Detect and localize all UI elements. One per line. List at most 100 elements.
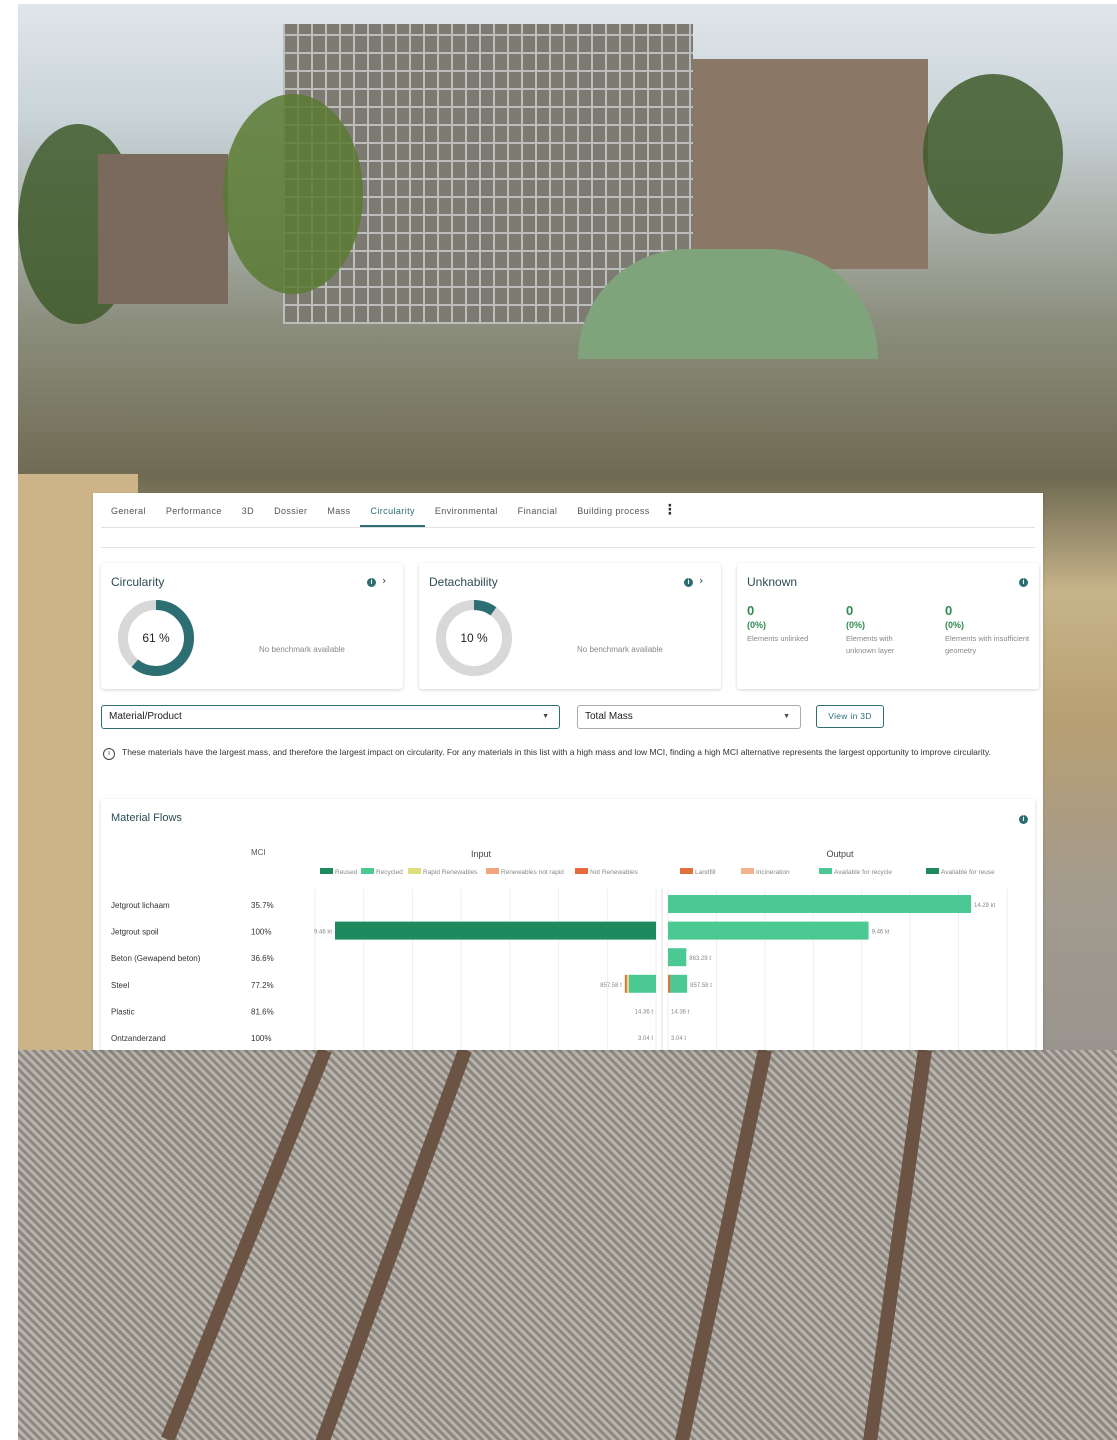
row-mci: 35.7%	[251, 901, 274, 910]
material-flows-chart: MCI Input Output Reused Recycled Rapid Renewa…	[111, 848, 1008, 1050]
legend-swatch	[575, 868, 588, 874]
info-icon[interactable]: i	[367, 578, 376, 587]
input-value-label: 9.46 kt	[314, 930, 332, 936]
output-bar	[668, 974, 670, 993]
legend-swatch	[680, 868, 693, 874]
output-value-label: 14.29 kt	[974, 903, 996, 909]
measure-select[interactable]: Total Mass ▼	[577, 705, 801, 729]
chevron-right-icon[interactable]: ›	[382, 574, 386, 587]
more-menu-icon[interactable]: ⋮	[660, 493, 680, 527]
legend-swatch	[361, 868, 374, 874]
divider	[101, 547, 1035, 548]
detachability-title: Detachability	[429, 575, 498, 589]
label: Elements with insufficient geometry	[945, 634, 1030, 655]
tab-dossier[interactable]: Dossier	[264, 493, 317, 527]
output-value-label: 863.29 t	[689, 956, 711, 962]
circularity-value: 61 %	[142, 631, 170, 645]
row-name: Plastic	[111, 1007, 135, 1016]
info-icon[interactable]: i	[1019, 578, 1028, 587]
mci-header: MCI	[251, 848, 266, 857]
input-bar	[628, 974, 656, 993]
legend-label: Recycled	[376, 869, 403, 876]
info-outline-icon: i	[103, 748, 115, 760]
count: 0	[846, 603, 854, 618]
detachability-card: Detachability i › 10 % No benchmark avai…	[419, 563, 721, 689]
output-value-label: 9.46 kt	[872, 930, 890, 936]
legend-label: Reused	[335, 869, 358, 876]
detachability-value: 10 %	[460, 631, 488, 645]
unknown-unlinked: 0 (0%) Elements unlinked	[747, 603, 842, 645]
caret-down-icon: ▼	[542, 713, 549, 720]
material-flows-card: Material Flows i MCI Input Output Reused Rec…	[101, 799, 1035, 1050]
input-bar	[335, 921, 656, 940]
unknown-layer: 0 (0%) Elements with unknown layer	[846, 603, 921, 657]
group-by-value: Material/Product	[109, 711, 182, 722]
count: 0	[945, 603, 953, 618]
measure-value: Total Mass	[585, 711, 633, 722]
input-value-label: 3.04 t	[638, 1036, 653, 1042]
tab-performance[interactable]: Performance	[156, 493, 232, 527]
group-by-select[interactable]: Material/Product ▼	[101, 705, 560, 729]
label: Elements with unknown layer	[846, 634, 895, 655]
output-bar	[670, 974, 688, 993]
row-name: Jetgrout lichaam	[111, 901, 170, 910]
count: 0	[747, 603, 755, 618]
row-mci: 36.6%	[251, 954, 274, 963]
row-name: Ontzanderzand	[111, 1034, 166, 1043]
legend-swatch	[741, 868, 754, 874]
info-note: These materials have the largest mass, a…	[122, 747, 991, 757]
output-bar	[668, 948, 687, 967]
chevron-right-icon[interactable]: ›	[699, 574, 703, 587]
tab-building-process[interactable]: Building process	[567, 493, 659, 527]
tab-environmental[interactable]: Environmental	[425, 493, 508, 527]
input-bar	[624, 974, 627, 993]
tab-financial[interactable]: Financial	[508, 493, 568, 527]
percent: (0%)	[945, 620, 965, 630]
input-value-label: 14.36 t	[635, 1009, 654, 1015]
output-value-label: 857.58 t	[690, 983, 712, 989]
legend-swatch	[486, 868, 499, 874]
output-header: Output	[826, 849, 854, 859]
percent: (0%)	[747, 620, 767, 630]
input-bar	[626, 974, 629, 993]
tab-3d[interactable]: 3D	[232, 493, 264, 527]
output-bar	[668, 921, 869, 940]
tab-general[interactable]: General	[101, 493, 156, 527]
caret-down-icon: ▼	[783, 713, 790, 720]
output-value-label: 14.36 t	[671, 1009, 690, 1015]
benchmark-text: No benchmark available	[577, 645, 663, 654]
row-name: Jetgrout spoil	[111, 928, 159, 937]
info-icon[interactable]: i	[684, 578, 693, 587]
input-header: Input	[471, 849, 492, 859]
circularity-title: Circularity	[111, 575, 165, 589]
row-mci: 100%	[251, 1034, 271, 1043]
percent: (0%)	[846, 620, 866, 630]
input-value-label: 857.58 t	[600, 983, 622, 989]
row-mci: 81.6%	[251, 1007, 274, 1016]
circularity-dashboard: General Performance 3D Dossier Mass Circ…	[93, 493, 1043, 1050]
legend-swatch	[819, 868, 832, 874]
unknown-card: Unknown i 0 (0%) Elements unlinked 0 (0%…	[737, 563, 1039, 689]
tab-mass[interactable]: Mass	[317, 493, 360, 527]
legend-label: Incineration	[756, 869, 790, 876]
tab-circularity[interactable]: Circularity	[360, 493, 425, 527]
tree	[923, 74, 1063, 234]
tab-bar: General Performance 3D Dossier Mass Circ…	[101, 493, 1035, 528]
unknown-title: Unknown	[747, 575, 798, 589]
legend-label: Landfill	[695, 869, 716, 876]
legend-label: Available for recycle	[834, 869, 892, 876]
view-in-3d-button[interactable]: View in 3D	[816, 705, 884, 728]
legend-swatch	[926, 868, 939, 874]
legend-label: Not Renewables	[590, 869, 638, 876]
tree	[223, 94, 363, 294]
legend-label: Renewables not rapid	[501, 869, 564, 876]
row-name: Beton (Gewapend beton)	[111, 954, 201, 963]
output-bar	[668, 895, 971, 913]
apartment-building	[693, 59, 928, 269]
row-mci: 100%	[251, 928, 271, 937]
legend-swatch	[408, 868, 421, 874]
row-name: Steel	[111, 981, 129, 990]
circularity-card: Circularity i › 61 % No benchmark availa…	[101, 563, 403, 689]
label: Elements unlinked	[747, 634, 809, 643]
legend-label: Available for reuse	[941, 869, 995, 876]
